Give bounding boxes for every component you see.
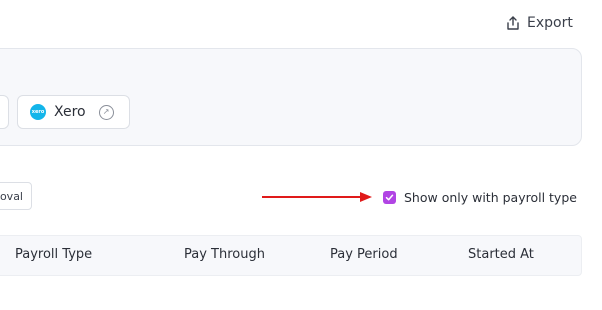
filter-pill-label: oval	[0, 189, 23, 203]
column-header-payroll-type[interactable]: Payroll Type	[15, 247, 92, 262]
red-arrow-annotation	[262, 192, 372, 202]
payroll-type-filter[interactable]: Show only with payroll type	[383, 188, 577, 206]
integration-chip-xero[interactable]: xero Xero ↗	[17, 95, 130, 129]
external-link-icon[interactable]: ↗	[98, 104, 114, 120]
payroll-type-checkbox[interactable]	[383, 190, 396, 204]
export-button[interactable]: Export	[505, 12, 573, 34]
filter-pill[interactable]: oval	[0, 182, 32, 210]
xero-logo: xero	[30, 104, 46, 120]
checkmark-icon	[385, 194, 394, 200]
column-header-pay-through[interactable]: Pay Through	[184, 247, 265, 262]
integration-label: Xero	[54, 104, 86, 120]
column-header-pay-period[interactable]: Pay Period	[330, 247, 398, 262]
payroll-type-checkbox-label: Show only with payroll type	[404, 189, 577, 205]
integration-chip-partial[interactable]	[0, 95, 9, 129]
export-label: Export	[527, 15, 573, 31]
column-header-started-at[interactable]: Started At	[468, 247, 534, 262]
export-icon	[507, 16, 519, 30]
page: Export xero Xero ↗ oval Show only with p…	[0, 0, 602, 310]
